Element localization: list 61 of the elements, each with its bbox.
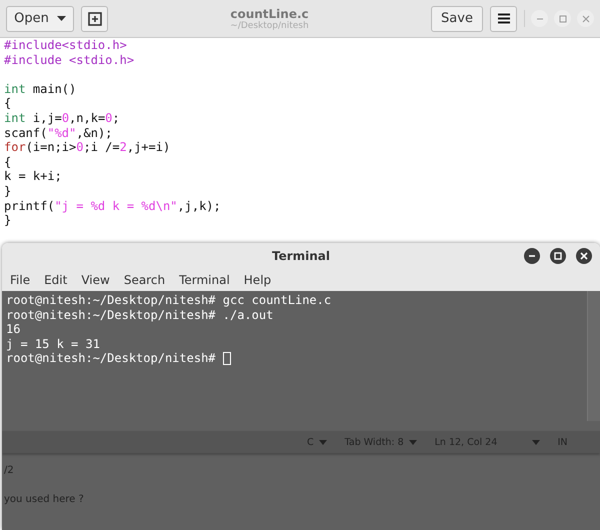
code-token: main() — [32, 82, 76, 96]
terminal-title: Terminal — [272, 249, 330, 263]
code-token: ,j+=i) — [126, 140, 170, 154]
new-document-icon — [88, 12, 102, 26]
code-token: "%d" — [47, 126, 76, 140]
close-icon — [582, 14, 590, 22]
menu-icon — [498, 13, 510, 24]
window-title: countLine.c — [230, 6, 309, 20]
code-token: #include <stdio.h> — [4, 52, 134, 67]
terminal-line: root@nitesh:~/Desktop/nitesh# gcc countLine.c — [6, 293, 332, 308]
close-button[interactable] — [576, 248, 592, 264]
code-token: } — [4, 184, 12, 198]
code-token: { — [4, 154, 12, 169]
menu-item[interactable]: View — [81, 273, 110, 287]
code-token: ;i /= — [84, 140, 120, 154]
caret-icon — [56, 16, 66, 21]
text-cursor — [222, 352, 231, 365]
background-text: /2 — [4, 465, 15, 476]
code-editor[interactable]: #include<stdio.h> #include <stdio.h> int main() { int i,j=0,n,k=0; scanf("%d",&n); for(i=n;i>0;i /=2,j+=i) { k = k+i; } printf("j = %d k = %d\n",j,k); } — [0, 38, 600, 243]
menu-button[interactable] — [490, 6, 517, 32]
code-token: int — [4, 110, 26, 125]
code-token: 0 — [62, 110, 70, 125]
maximize-icon — [554, 252, 562, 260]
maximize-icon — [558, 14, 566, 22]
code-token: int — [4, 82, 26, 96]
terminal-line: j = 15 k = 31 — [6, 336, 101, 351]
code-token: ; — [112, 110, 120, 125]
menu-item[interactable]: Search — [124, 273, 166, 287]
maximize-button[interactable] — [550, 248, 566, 264]
code-token: #include<stdio.h> — [4, 38, 127, 52]
terminal-line: root@nitesh:~/Desktop/nitesh# ./a.out — [6, 308, 274, 322]
code-token: for — [4, 140, 26, 154]
code-token: printf( — [4, 198, 55, 213]
code-token: "j = %d k = %d\n" — [54, 198, 178, 213]
code-token: } — [4, 213, 12, 228]
minimize-icon — [528, 252, 536, 260]
menu-item[interactable]: File — [10, 273, 30, 287]
menu-item[interactable]: Terminal — [179, 273, 230, 287]
code-token: (i=n;i> — [26, 140, 76, 154]
close-icon — [580, 252, 588, 260]
background-text: you used here ? — [4, 494, 85, 505]
code-token: { — [4, 96, 12, 110]
code-token: ,&n); — [76, 126, 112, 140]
code-token: i,j= — [32, 110, 62, 125]
minimize-button[interactable] — [524, 248, 540, 264]
menu-item[interactable]: Help — [244, 273, 272, 287]
menu-item[interactable]: Edit — [44, 273, 68, 287]
window-subtitle: ~/Desktop/nitesh — [230, 20, 309, 30]
terminal-prompt: root@nitesh:~/Desktop/nitesh# — [6, 351, 217, 366]
code-token: 2 — [120, 140, 127, 154]
terminal-line: 16 — [6, 322, 22, 336]
save-button[interactable]: Save — [431, 6, 483, 32]
code-token: 0 — [105, 110, 112, 125]
open-button[interactable]: Open — [6, 6, 74, 32]
code-token: ,j,k); — [177, 198, 221, 213]
code-token: ,n,k= — [69, 110, 106, 125]
scrollbar[interactable] — [587, 291, 600, 421]
code-token: scanf( — [4, 126, 48, 140]
new-document-button[interactable] — [81, 6, 108, 32]
code-token: 0 — [76, 140, 84, 154]
code-token: k = k+i; — [4, 169, 62, 184]
